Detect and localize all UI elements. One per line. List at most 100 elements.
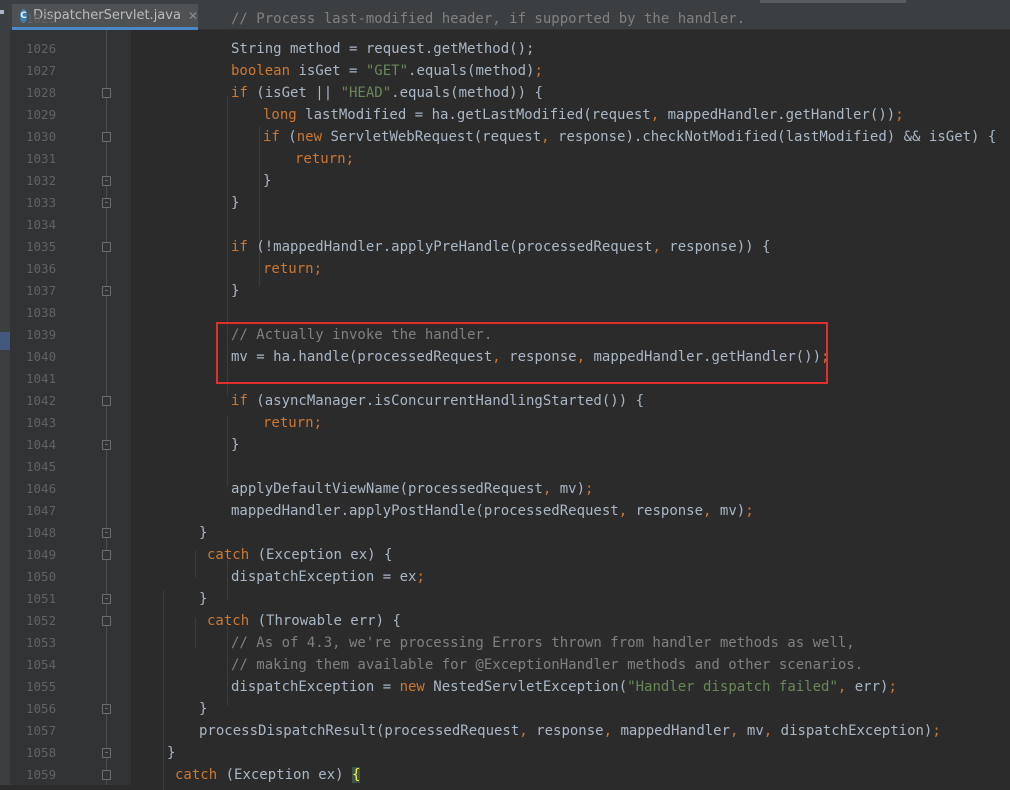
line-number: 1032 [26,173,57,188]
fold-marker-icon[interactable] [102,616,111,626]
line-number: 1039 [26,327,57,342]
line-number: 1026 [26,41,57,56]
fold-marker-icon[interactable] [102,440,111,450]
fold-marker-icon[interactable] [102,594,111,604]
code-token: dispatchException = [231,679,400,695]
code-line: catch (Throwable err) { [207,610,401,632]
code-string: "HEAD" [340,85,392,101]
code-line: } [263,170,271,192]
code-token: (asyncManager.isConcurrentHandlingStarte… [247,393,645,409]
code-line: // Process last-modified header, if supp… [231,11,746,27]
code-keyword: , [618,503,628,519]
line-number: 1037 [26,283,57,298]
close-tab-icon[interactable]: ✕ [188,9,198,23]
code-line: if (asyncManager.isConcurrentHandlingSta… [231,390,644,412]
code-token: response).checkNotModified(lastModified)… [549,129,997,145]
indent-guide [163,590,164,790]
code-line: return; [263,258,322,280]
code-keyword: catch [207,613,250,629]
line-number: 1029 [26,107,57,122]
code-line: catch (Exception ex) { [207,544,392,566]
code-line: applyDefaultViewName(processedRequest, m… [231,478,593,500]
code-keyword: new [399,679,425,695]
code-token: (Exception ex) [217,767,353,783]
line-number: 1053 [26,635,57,650]
code-line: } [199,698,207,720]
code-keyword: , [763,723,773,739]
line-number: 1045 [26,459,57,474]
indent-guide [195,618,196,648]
code-token: } [231,283,240,299]
fold-marker-icon[interactable] [102,396,111,406]
code-keyword: ; [895,107,904,123]
code-keyword: catch [175,767,218,783]
code-token: (Exception ex) { [249,547,393,563]
code-token: .equals(method)) { [391,85,543,101]
code-keyword: if [231,393,248,409]
code-token: } [231,437,240,453]
code-token: } [231,195,240,211]
code-editor[interactable]: // Process last-modified header, if supp… [131,11,1010,790]
line-number: 1043 [26,415,57,430]
fold-marker-icon[interactable] [102,528,111,538]
fold-marker-icon[interactable] [102,550,111,560]
code-line: if (new ServletWebRequest(request, respo… [263,126,996,148]
indent-guide [227,416,228,486]
indent-guide [227,560,228,600]
code-token: mappedHandler.getHandler()) [659,107,896,123]
code-token: isGet = [290,63,366,79]
code-keyword: ; [585,481,594,497]
fold-marker-icon[interactable] [102,132,111,142]
code-token: } [199,591,208,607]
line-number: 1046 [26,481,57,496]
line-number: 1057 [26,723,57,738]
code-token: response)) { [660,239,771,255]
code-keyword: ; [888,679,897,695]
code-keyword: return; [263,261,323,277]
line-number: 1030 [26,129,57,144]
code-line: } [167,742,175,764]
line-number: 1050 [26,569,57,584]
fold-marker-icon[interactable] [102,198,111,208]
fold-marker-icon[interactable] [102,770,111,780]
code-line: // As of 4.3, we're processing Errors th… [231,632,855,654]
code-token: } [199,525,208,541]
line-number: 1056 [26,701,57,716]
code-token: dispatchException = ex [231,569,417,585]
collapse-arrow-icon[interactable] [0,10,4,14]
code-token: { [352,767,361,783]
code-line: String method = request.getMethod(); [231,38,534,60]
code-keyword: , [652,239,661,255]
line-number: 1047 [26,503,57,518]
code-line: boolean isGet = "GET".equals(method); [231,60,543,82]
line-number: 1038 [26,305,57,320]
fold-marker-icon[interactable] [102,748,111,758]
indent-guide [195,550,196,578]
code-token: NestedServletException( [424,679,628,695]
code-token: mappedHandler [612,723,731,739]
code-keyword: new [296,129,323,145]
fold-marker-icon[interactable] [102,88,111,98]
code-line: } [231,280,239,302]
fold-marker-icon[interactable] [102,242,111,252]
code-line: dispatchException = new NestedServletExc… [231,676,897,698]
code-line: } [199,522,207,544]
fold-marker-icon[interactable] [102,704,111,714]
tab-scrollbar[interactable] [760,0,906,3]
indent-guide [227,626,228,706]
line-number: 1027 [26,63,57,78]
code-keyword: , [650,107,660,123]
fold-marker-icon[interactable] [102,176,111,186]
line-number: 1028 [26,85,57,100]
line-number: 1058 [26,745,57,760]
code-token: response [627,503,704,519]
code-token: ServletWebRequest(request [322,129,542,145]
fold-guide-line [106,30,107,785]
line-number: 1033 [26,195,57,210]
code-keyword: ; [932,723,941,739]
line-number: 1044 [26,437,57,452]
code-token: lastModified = ha.getLastModified(reques… [296,107,651,123]
code-token: processDispatchResult(processedRequest [199,723,520,739]
code-keyword: , [603,723,613,739]
fold-marker-icon[interactable] [102,286,111,296]
